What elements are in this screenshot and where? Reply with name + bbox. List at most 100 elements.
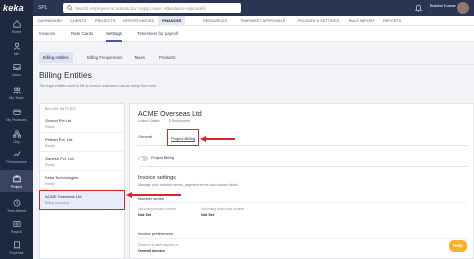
- rail-label: Time Attend: [6, 209, 27, 213]
- rail-label: My Finances: [6, 118, 27, 122]
- page-title: Billing Entities: [39, 70, 92, 80]
- entity-status: Ready: [45, 163, 55, 167]
- tab-taxes[interactable]: Taxes: [130, 52, 149, 63]
- nav-projects[interactable]: PROJECTS: [95, 16, 115, 26]
- tab-billing-frequencies[interactable]: Billing Frequencies: [83, 52, 126, 63]
- annotation-arrowhead: [200, 135, 206, 142]
- nav-clients[interactable]: CLIENTS: [70, 16, 86, 26]
- annotation-arrow-tab: [205, 138, 235, 140]
- nav-dashboard[interactable]: DASHBOARD: [38, 16, 62, 26]
- nav-bulk-import[interactable]: BULK IMPORT: [349, 16, 375, 26]
- nav-resources[interactable]: RESOURCES: [203, 16, 227, 26]
- entity-name: Keka Technologies: [45, 175, 79, 180]
- org-icon: [12, 130, 21, 138]
- app-logo[interactable]: keka: [3, 3, 24, 13]
- annotation-arrow-entity: [131, 194, 181, 196]
- nav-opportunities[interactable]: OPPORTUNITIES: [123, 16, 154, 26]
- rail-item-inbox[interactable]: Inbox: [0, 63, 33, 77]
- rail-label: My Team: [9, 96, 24, 100]
- rail-item-performance[interactable]: Performance: [0, 150, 33, 164]
- entity-status: Ready: [45, 182, 55, 186]
- nav-reports[interactable]: REPORTS: [383, 16, 401, 26]
- rail-label: Home: [11, 30, 22, 34]
- billing-entity-list: BILLING ENTITIES Govind Pvt Ltd Ready Pe…: [39, 103, 125, 259]
- rail-label: Payroll: [11, 230, 22, 234]
- discount-value: Overall invoice: [138, 249, 166, 253]
- page-subtitle: The legal entities used to bill or invoi…: [39, 84, 158, 88]
- entity-name: Govind Pvt Ltd: [45, 118, 72, 123]
- finances-icon: [12, 109, 21, 115]
- rail-label: Me: [14, 52, 19, 56]
- entity-employees: 0 Employees: [169, 119, 190, 123]
- nav-finances[interactable]: FINANCES: [158, 16, 186, 26]
- left-rail: keka Home Me Inbox My Team My Finances O…: [0, 0, 33, 259]
- user-menu[interactable]: Bradrol Kumar ...: [430, 3, 456, 13]
- rail-item-expense[interactable]: Expense: [0, 241, 33, 255]
- rail-label: Expense: [9, 251, 24, 255]
- rail-item-project[interactable]: Project: [0, 170, 33, 192]
- entity-status: Ready: [45, 125, 55, 129]
- number-series-heading: Number series: [138, 196, 165, 201]
- team-icon: [12, 87, 21, 94]
- search-input[interactable]: [75, 3, 235, 13]
- tab-project-billing[interactable]: Project Billing: [167, 129, 200, 146]
- entity-name: Pethari Pvt. Ltd: [45, 137, 73, 142]
- entity-name: ACME Overseas Ltd: [45, 194, 82, 199]
- list-item[interactable]: Ganesh Pvt. Ltd Ready: [40, 153, 124, 171]
- project-icon: [12, 175, 21, 183]
- rail-item-me[interactable]: Me: [0, 42, 33, 56]
- tab-timesheet-payroll[interactable]: Timesheet for payroll: [137, 31, 178, 36]
- list-item[interactable]: Govind Pvt Ltd Ready: [40, 115, 124, 133]
- help-button[interactable]: Help: [449, 240, 467, 252]
- rail-label: Org: [13, 140, 20, 144]
- list-header: BILLING ENTITIES: [45, 107, 76, 111]
- avatar[interactable]: [457, 2, 469, 14]
- upcoming-invoice-value: Not Set: [138, 213, 152, 217]
- list-item[interactable]: Keka Technologies Ready: [40, 172, 124, 190]
- upcoming-credit-label: Upcoming credit note number: [201, 207, 245, 211]
- tab-invoices[interactable]: Invoices: [39, 31, 55, 36]
- performance-icon: [13, 151, 21, 157]
- divider: [138, 166, 468, 167]
- project-billing-toggle[interactable]: [138, 156, 148, 161]
- divider: [138, 202, 468, 203]
- rail-item-home[interactable]: Home: [0, 20, 33, 34]
- tab-billing-entities[interactable]: Billing entities: [39, 52, 73, 63]
- nav-timesheet-approvals[interactable]: TIMESHEET APPROVALS: [240, 16, 285, 26]
- tab-products[interactable]: Products: [155, 52, 180, 63]
- divider: [138, 238, 468, 239]
- tab-general[interactable]: General: [138, 134, 152, 139]
- user-sub: ...: [430, 8, 434, 13]
- module-nav: DASHBOARD CLIENTS PROJECTS OPPORTUNITIES…: [33, 16, 474, 26]
- me-icon: [13, 42, 20, 50]
- expense-icon: [13, 241, 20, 249]
- search-icon: [67, 5, 73, 11]
- invoice-settings-title: Invoice settings: [138, 175, 176, 181]
- invoice-settings-subtitle: Manage your number series, payment terms…: [138, 183, 239, 187]
- toggle-label: Project Billing: [151, 156, 175, 160]
- entity-title: ACME Overseas Ltd: [138, 111, 202, 118]
- tab-settings[interactable]: Settings: [106, 31, 122, 42]
- entity-status: Billing not setup: [45, 201, 69, 205]
- rail-item-my-finances[interactable]: My Finances: [0, 108, 33, 122]
- upcoming-credit-value: Not Set: [201, 213, 215, 217]
- time-icon: [13, 199, 20, 207]
- entity-name: Ganesh Pvt. Ltd: [45, 156, 74, 161]
- rail-item-my-team[interactable]: My Team: [0, 86, 33, 100]
- rail-item-time-attendance[interactable]: Time Attend: [0, 199, 33, 213]
- rail-item-payroll[interactable]: Payroll: [0, 220, 33, 234]
- list-item[interactable]: Pethari Pvt. Ltd Ready: [40, 134, 124, 152]
- upcoming-invoice-label: Upcoming invoice number: [138, 207, 177, 211]
- org-name[interactable]: SPL: [38, 5, 47, 11]
- user-name: Bradrol Kumar: [430, 3, 456, 8]
- list-item-selected[interactable]: ACME Overseas Ltd Billing not setup: [39, 190, 125, 210]
- payroll-icon: [12, 221, 21, 227]
- rail-item-org[interactable]: Org: [0, 130, 33, 144]
- global-search[interactable]: [63, 3, 241, 13]
- tab-rate-cards[interactable]: Rate Cards: [71, 31, 93, 36]
- notification-bell-icon[interactable]: [415, 4, 422, 12]
- nav-policies-settings[interactable]: POLICIES & SETTINGS: [298, 16, 339, 26]
- rail-label: Performance: [6, 160, 27, 164]
- invoice-preferences-heading: Invoice preferences: [138, 231, 173, 236]
- entity-status: Ready: [45, 144, 55, 148]
